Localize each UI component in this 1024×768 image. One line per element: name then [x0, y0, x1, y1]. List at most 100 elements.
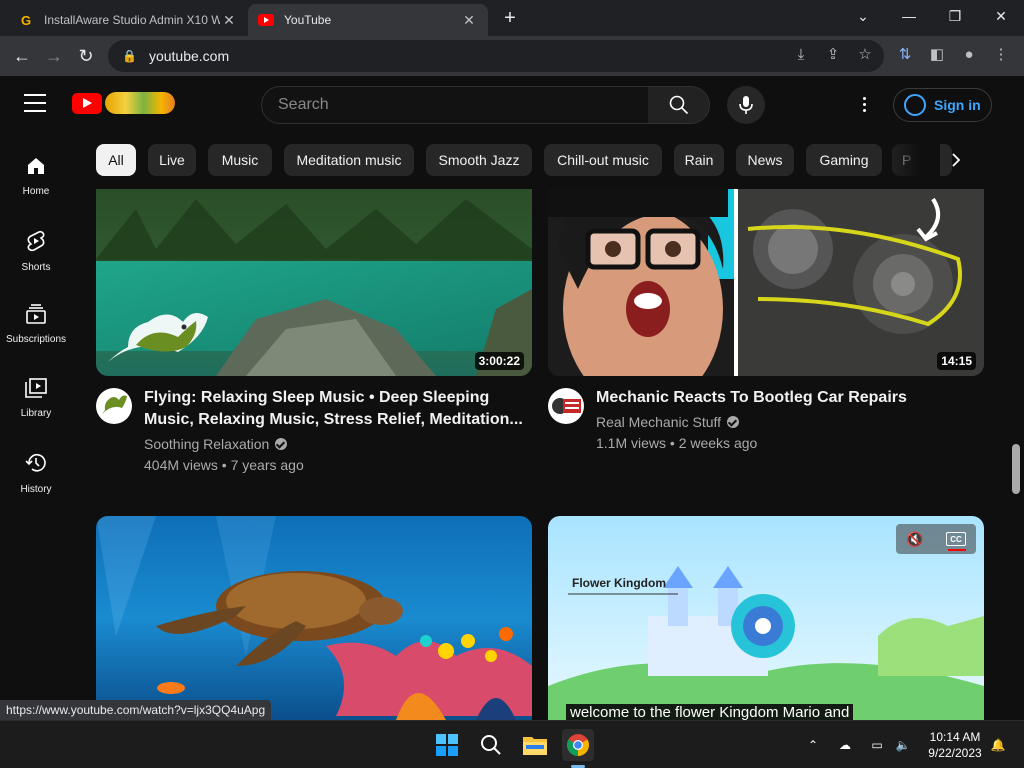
youtube-logo[interactable]	[72, 92, 175, 114]
search-placeholder: Search	[278, 96, 329, 113]
tab-close-icon[interactable]: ✕	[460, 11, 478, 29]
clock-date: 9/22/2023	[928, 746, 982, 760]
notification-bell-icon[interactable]: 🔔	[988, 735, 1008, 755]
channel-avatar-real-mechanic-stuff[interactable]	[548, 388, 584, 424]
chip-smooth-jazz[interactable]: Smooth Jazz	[426, 144, 532, 176]
installaware-favicon-icon: G	[20, 12, 32, 28]
library-icon	[25, 378, 47, 398]
chip-music[interactable]: Music	[208, 144, 272, 176]
tab-close-icon[interactable]: ✕	[220, 11, 238, 29]
share-icon[interactable]: ⇪	[821, 42, 845, 66]
youtube-doodle	[105, 92, 175, 114]
chip-live[interactable]: Live	[148, 144, 196, 176]
forward-button[interactable]: →	[40, 42, 68, 70]
install-app-icon[interactable]: ⤓	[789, 42, 813, 66]
video-thumbnail-sea-turtle[interactable]	[96, 516, 532, 720]
chrome-icon[interactable]	[562, 729, 594, 761]
channel-name[interactable]: Real Mechanic Stuff	[596, 414, 740, 430]
channel-avatar-soothing-relaxation[interactable]	[96, 388, 132, 424]
filter-chip-bar: All Live Music Meditation music Smooth J…	[96, 144, 976, 176]
clock-time: 10:14 AM	[929, 730, 981, 744]
status-bubble-url: https://www.youtube.com/watch?v=ljx3QQ4u…	[0, 700, 272, 720]
video-thumbnail-flower-kingdom[interactable]: Flower Kingdom 🔇 CC welcome to the flowe…	[548, 516, 984, 720]
hamburger-menu-icon[interactable]	[24, 94, 46, 114]
side-panel-icon[interactable]: ◧	[925, 42, 949, 66]
settings-menu-icon[interactable]	[852, 92, 876, 116]
lock-icon: 🔒	[122, 49, 137, 63]
tab-title: InstallAware Studio Admin X10 W	[44, 13, 220, 27]
flower-kingdom-overlay-title: Flower Kingdom	[572, 576, 666, 590]
chip-rain[interactable]: Rain	[674, 144, 724, 176]
history-icon	[25, 453, 46, 472]
search-button[interactable]	[648, 86, 710, 124]
video-duration-badge: 14:15	[937, 352, 976, 370]
video-stats: 404M views • 7 years ago	[144, 457, 304, 473]
tab-installaware[interactable]: G InstallAware Studio Admin X10 W ✕	[8, 4, 248, 36]
onedrive-icon[interactable]: ☁	[835, 735, 855, 755]
bird-logo-icon	[102, 395, 127, 414]
browser-toolbar: ← → ↻ 🔒 youtube.com ⤓ ⇪ ☆ ⇅ ◧ ● ⋮	[0, 36, 1024, 76]
reload-button[interactable]: ↻	[72, 42, 100, 70]
youtube-masthead: Search Sign in	[0, 76, 1024, 132]
tab-youtube[interactable]: YouTube ✕	[248, 4, 488, 36]
start-windows-icon[interactable]	[431, 729, 463, 761]
tab-strip: G InstallAware Studio Admin X10 W ✕ YouT…	[0, 0, 1024, 36]
video-thumbnail-flying[interactable]: 3:00:22	[96, 189, 532, 376]
chip-all[interactable]: All	[96, 144, 136, 176]
closed-captions-icon[interactable]: CC	[946, 532, 966, 546]
page-scrollbar-thumb[interactable]	[1012, 444, 1020, 494]
file-explorer-icon[interactable]	[519, 729, 551, 761]
muted-speaker-icon[interactable]: 🔇	[904, 529, 926, 549]
voice-search-button[interactable]	[727, 86, 765, 124]
bookmark-star-icon[interactable]: ☆	[853, 42, 877, 66]
sidebar-item-shorts[interactable]: Shorts	[0, 206, 72, 280]
profile-icon[interactable]: ●	[957, 42, 981, 66]
chip-gaming[interactable]: Gaming	[806, 144, 882, 176]
new-tab-button[interactable]: +	[498, 6, 522, 30]
sign-in-button[interactable]: Sign in	[893, 88, 992, 122]
video-duration-badge: 3:00:22	[474, 352, 524, 370]
address-bar-url: youtube.com	[148, 48, 230, 64]
sidebar-item-label: History	[20, 484, 52, 495]
show-hidden-icons-chevron-icon[interactable]: ⌃	[803, 735, 823, 755]
forest-lake-thumbnail-image	[96, 189, 532, 376]
close-window-button[interactable]: ✕	[978, 0, 1024, 32]
chip-news[interactable]: News	[736, 144, 794, 176]
video-title[interactable]: Flying: Relaxing Sleep Music • Deep Slee…	[144, 387, 524, 431]
channel-name-label: Soothing Relaxation	[144, 436, 270, 452]
sidebar-item-label: Library	[20, 408, 52, 419]
sidebar-item-history[interactable]: History	[0, 428, 72, 502]
account-icon	[904, 94, 926, 116]
taskbar-clock[interactable]: 10:14 AM 9/22/2023	[920, 729, 990, 761]
captions-active-indicator	[948, 549, 966, 551]
search-input[interactable]: Search	[261, 86, 649, 124]
mini-guide: Home Shorts Subscriptions Library Histor…	[0, 132, 72, 720]
video-thumbnail-mechanic[interactable]: 14:15	[548, 189, 984, 376]
back-button[interactable]: ←	[8, 42, 36, 70]
sign-in-label: Sign in	[934, 97, 981, 113]
sea-turtle-thumbnail-image	[96, 516, 532, 720]
search-icon	[669, 95, 688, 115]
address-bar[interactable]: 🔒 youtube.com	[108, 40, 884, 72]
tab-title: YouTube	[284, 13, 332, 27]
volume-muted-icon[interactable]: 🔈	[893, 735, 913, 755]
channel-name[interactable]: Soothing Relaxation	[144, 436, 288, 452]
chip-meditation-music[interactable]: Meditation music	[284, 144, 414, 176]
chip-next-chevron-icon[interactable]	[940, 144, 972, 176]
tab-search-chevron-icon[interactable]: ⌄	[840, 0, 886, 32]
real-mechanic-logo-icon	[552, 398, 581, 414]
sidebar-item-home[interactable]: Home	[0, 132, 72, 206]
chip-chill-out-music[interactable]: Chill-out music	[544, 144, 662, 176]
youtube-favicon-icon	[258, 12, 274, 28]
minimize-button[interactable]: —	[886, 0, 932, 32]
video-stats: 1.1M views • 2 weeks ago	[596, 435, 758, 451]
extension-icon[interactable]: ⇅	[893, 42, 917, 66]
sidebar-item-library[interactable]: Library	[0, 354, 72, 428]
verified-badge-icon	[727, 416, 740, 428]
browser-menu-icon[interactable]: ⋮	[989, 42, 1013, 66]
restore-button[interactable]: ❐	[932, 0, 978, 32]
sidebar-item-subscriptions[interactable]: Subscriptions	[0, 280, 72, 354]
search-icon[interactable]	[475, 729, 507, 761]
network-icon[interactable]: ▭	[867, 735, 887, 755]
video-title[interactable]: Mechanic Reacts To Bootleg Car Repairs	[596, 387, 976, 409]
